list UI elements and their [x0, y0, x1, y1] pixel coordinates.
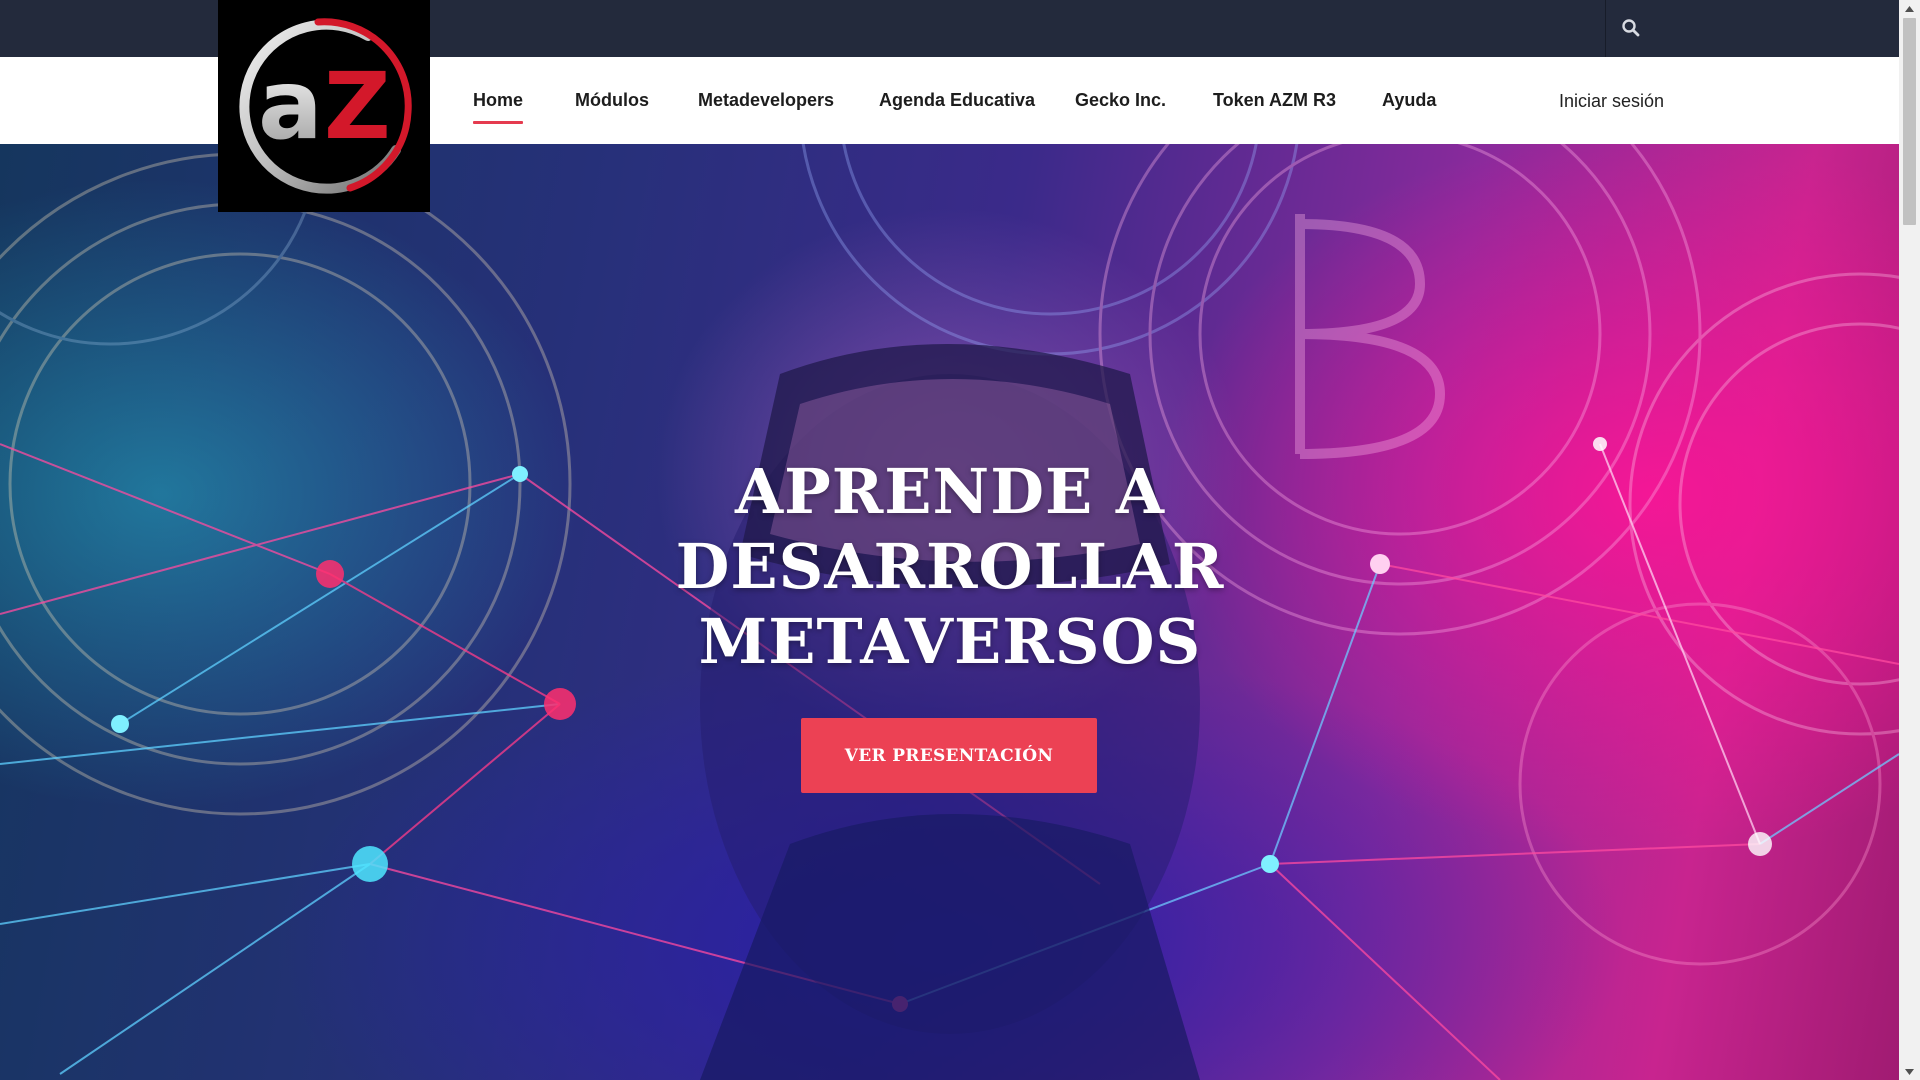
hero-title-line: DESARROLLAR [675, 530, 1225, 603]
site-logo[interactable]: a Z [218, 0, 430, 212]
scroll-down-button[interactable] [1899, 1063, 1920, 1080]
nav-item-agenda-educativa[interactable]: Agenda Educativa [879, 90, 1035, 111]
nav-item-ayuda[interactable]: Ayuda [1382, 90, 1436, 111]
search-cell [1605, 0, 1899, 57]
login-link[interactable]: Iniciar sesión [1559, 91, 1664, 112]
hero-banner: APRENDE A DESARROLLAR METAVERSOS VER PRE… [0, 144, 1899, 1080]
scroll-up-button[interactable] [1899, 0, 1920, 17]
search-icon [1622, 19, 1640, 37]
logo-letter-a: a [258, 49, 323, 161]
nav-item-modulos[interactable]: Módulos [575, 90, 649, 111]
nav-item-gecko[interactable]: Gecko Inc. [1075, 90, 1166, 111]
hero-title-line: APRENDE A [735, 455, 1165, 528]
az-logo: a Z [239, 18, 412, 194]
hero-title: APRENDE A DESARROLLAR METAVERSOS [650, 454, 1250, 679]
nav-item-home[interactable]: Home [473, 90, 524, 124]
arrow-up-icon [1905, 5, 1914, 12]
search-button[interactable] [1617, 14, 1645, 42]
arrow-down-icon [1905, 1068, 1914, 1075]
nav-item-token[interactable]: Token AZM R3 [1213, 90, 1336, 111]
nav-item-metadevelopers[interactable]: Metadevelopers [698, 90, 834, 111]
page-scrollbar[interactable] [1899, 0, 1920, 1080]
view-presentation-button[interactable]: VER PRESENTACIÓN [801, 718, 1097, 793]
scrollbar-thumb[interactable] [1903, 18, 1916, 225]
logo-letter-z: Z [324, 53, 391, 160]
hero-title-line: METAVERSOS [698, 605, 1202, 678]
